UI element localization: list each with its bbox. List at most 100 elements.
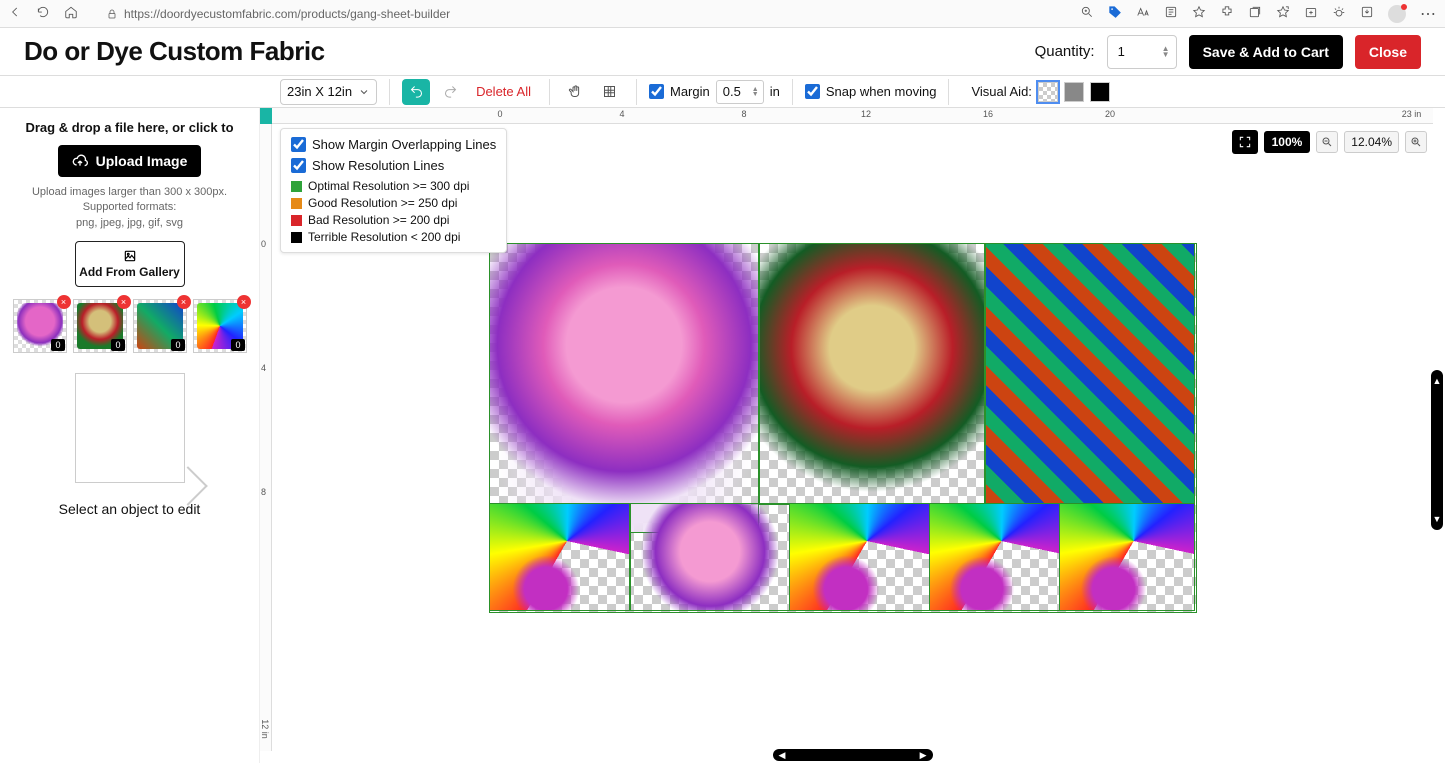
scroll-left-icon[interactable]: ◀ bbox=[779, 750, 786, 761]
legend-item: Bad Resolution >= 200 dpi bbox=[291, 213, 496, 227]
placed-image[interactable] bbox=[760, 244, 984, 504]
thumbnail-delete-icon[interactable]: × bbox=[57, 295, 71, 309]
thumbnail[interactable]: ×0 bbox=[73, 299, 127, 353]
undo-button[interactable] bbox=[402, 79, 430, 105]
margin-value-input[interactable]: 0.5 ▲▼ bbox=[716, 80, 764, 104]
star-icon[interactable] bbox=[1192, 5, 1206, 22]
zoom-in-button[interactable] bbox=[1405, 131, 1427, 153]
sheet-size-select[interactable]: 23in X 12in bbox=[280, 79, 377, 105]
quantity-value: 1 bbox=[1118, 44, 1125, 59]
extensions-icon[interactable] bbox=[1220, 5, 1234, 22]
visual-aid-checker-swatch[interactable] bbox=[1038, 82, 1058, 102]
text-size-icon[interactable] bbox=[1136, 5, 1150, 22]
upload-image-label: Upload Image bbox=[96, 153, 188, 169]
refresh-icon[interactable] bbox=[36, 5, 50, 22]
profile-avatar[interactable] bbox=[1388, 5, 1406, 23]
thumbnail-delete-icon[interactable]: × bbox=[117, 295, 131, 309]
resolution-lines-checkbox[interactable]: Show Resolution Lines bbox=[291, 158, 496, 173]
back-icon[interactable] bbox=[8, 5, 22, 22]
thumbnail-count: 0 bbox=[51, 339, 64, 351]
thumbnail[interactable]: ×0 bbox=[193, 299, 247, 353]
lock-icon bbox=[106, 8, 118, 20]
browser-chrome: https://doordyecustomfabric.com/products… bbox=[0, 0, 1445, 28]
cloud-upload-icon bbox=[72, 153, 88, 169]
add-from-gallery-button[interactable]: Add From Gallery bbox=[75, 241, 185, 287]
home-icon[interactable] bbox=[64, 5, 78, 22]
visual-aid-label: Visual Aid: bbox=[971, 84, 1031, 99]
placed-image[interactable] bbox=[986, 244, 1194, 504]
ruler-v-unit: 12 in bbox=[260, 720, 270, 740]
performance-icon[interactable] bbox=[1332, 5, 1346, 22]
url-text: https://doordyecustomfabric.com/products… bbox=[124, 7, 450, 21]
gang-sheet[interactable] bbox=[490, 244, 1196, 612]
scroll-down-icon[interactable]: ▼ bbox=[1433, 514, 1442, 524]
address-bar[interactable]: https://doordyecustomfabric.com/products… bbox=[98, 4, 1068, 24]
thumbnail-count: 0 bbox=[231, 339, 244, 351]
save-add-to-cart-button[interactable]: Save & Add to Cart bbox=[1189, 35, 1343, 69]
thumbnail-delete-icon[interactable]: × bbox=[177, 295, 191, 309]
snap-label: Snap when moving bbox=[826, 84, 937, 99]
zoom-100-button[interactable]: 100% bbox=[1264, 131, 1311, 153]
image-icon bbox=[123, 249, 137, 263]
tag-icon[interactable] bbox=[1108, 5, 1122, 22]
placed-image[interactable] bbox=[630, 504, 790, 610]
legend-item: Good Resolution >= 250 dpi bbox=[291, 196, 496, 210]
zoom-out-button[interactable] bbox=[1316, 131, 1338, 153]
upload-format-hint: Upload images larger than 300 x 300px. S… bbox=[12, 185, 247, 231]
quantity-stepper[interactable]: ▲▼ bbox=[1162, 46, 1170, 58]
close-button[interactable]: Close bbox=[1355, 35, 1421, 69]
delete-all-button[interactable]: Delete All bbox=[470, 84, 537, 99]
visual-aid-black-swatch[interactable] bbox=[1090, 82, 1110, 102]
thumbnail[interactable]: ×0 bbox=[133, 299, 187, 353]
reader-icon[interactable] bbox=[1164, 5, 1178, 22]
zoom-value[interactable]: 12.04% bbox=[1344, 131, 1399, 153]
horizontal-scrollbar[interactable]: ◀▶ bbox=[773, 749, 933, 761]
margin-checkbox[interactable]: Margin bbox=[649, 84, 710, 99]
collections-icon[interactable] bbox=[1304, 5, 1318, 22]
fit-screen-button[interactable] bbox=[1232, 130, 1258, 154]
placed-image[interactable] bbox=[790, 504, 930, 610]
placed-image[interactable] bbox=[490, 244, 758, 532]
downloads-icon[interactable] bbox=[1360, 5, 1374, 22]
ruler-h-unit: 23 in bbox=[1402, 109, 1422, 119]
visual-aid-gray-swatch[interactable] bbox=[1064, 82, 1084, 102]
uploaded-thumbnails: ×0 ×0 ×0 ×0 bbox=[12, 299, 247, 353]
toolbar: 23in X 12in Delete All Margin 0.5 ▲▼ in … bbox=[0, 76, 1445, 108]
margin-stepper[interactable]: ▲▼ bbox=[752, 87, 759, 97]
gallery-label: Add From Gallery bbox=[79, 265, 180, 279]
placed-image[interactable] bbox=[930, 504, 1060, 610]
margin-value: 0.5 bbox=[723, 84, 741, 99]
zoom-icon[interactable] bbox=[1080, 5, 1094, 22]
upload-image-button[interactable]: Upload Image bbox=[58, 145, 202, 177]
scroll-right-icon[interactable]: ▶ bbox=[920, 750, 927, 761]
thumbnail-delete-icon[interactable]: × bbox=[237, 295, 251, 309]
scroll-up-icon[interactable]: ▲ bbox=[1433, 376, 1442, 386]
canvas-area[interactable]: 0 4 8 12 16 20 23 in 0 4 8 12 in Show Ma… bbox=[260, 108, 1445, 763]
zoom-controls: 100% 12.04% bbox=[1232, 130, 1427, 154]
placed-image[interactable] bbox=[1060, 504, 1194, 610]
redo-button[interactable] bbox=[436, 79, 464, 105]
vertical-ruler: 0 4 8 12 in bbox=[260, 124, 272, 751]
quantity-input[interactable]: 1 ▲▼ bbox=[1107, 35, 1177, 69]
favorites-icon[interactable] bbox=[1276, 5, 1290, 22]
tabs-icon[interactable] bbox=[1248, 5, 1262, 22]
chevron-down-icon bbox=[358, 86, 370, 98]
thumbnail-count: 0 bbox=[111, 339, 124, 351]
snap-check-input[interactable] bbox=[805, 84, 820, 99]
snap-checkbox[interactable]: Snap when moving bbox=[805, 84, 937, 99]
placed-image[interactable] bbox=[490, 504, 630, 610]
dropzone-hint[interactable]: Drag & drop a file here, or click to bbox=[12, 120, 247, 135]
more-icon[interactable]: ⋯ bbox=[1420, 4, 1437, 24]
grid-tool-button[interactable] bbox=[596, 79, 624, 105]
selection-hint: Select an object to edit bbox=[12, 501, 247, 517]
sheet-size-label: 23in X 12in bbox=[287, 84, 352, 99]
thumbnail-count: 0 bbox=[171, 339, 184, 351]
margin-unit: in bbox=[770, 84, 780, 99]
vertical-scrollbar[interactable]: ▲▼ bbox=[1431, 370, 1443, 530]
legend-item: Optimal Resolution >= 300 dpi bbox=[291, 179, 496, 193]
hand-tool-button[interactable] bbox=[562, 79, 590, 105]
legend-item: Terrible Resolution < 200 dpi bbox=[291, 230, 496, 244]
margin-overlap-checkbox[interactable]: Show Margin Overlapping Lines bbox=[291, 137, 496, 152]
margin-check-input[interactable] bbox=[649, 84, 664, 99]
thumbnail[interactable]: ×0 bbox=[13, 299, 67, 353]
